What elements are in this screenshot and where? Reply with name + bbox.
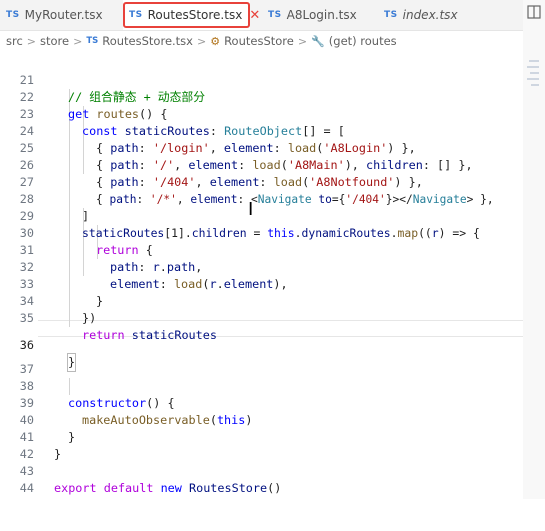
mouse-cursor-ibeam: I [248, 199, 254, 220]
typescript-file-icon: TS [129, 10, 143, 20]
code-line: 30 return { [0, 208, 523, 257]
code-line: 23 const staticRoutes: RouteObject[] = [ [0, 89, 523, 138]
tab-label: index.tsx [402, 8, 458, 22]
minimap-line [529, 60, 539, 62]
code-line: 42 [0, 429, 523, 461]
code-line: 26 { path: '/404', element: load('A8Notf… [0, 140, 523, 189]
code-line: 24 { path: '/login', element: load('A8Lo… [0, 106, 523, 155]
typescript-file-icon: TS [86, 36, 99, 46]
tab-label: RoutesStore.tsx [147, 8, 243, 22]
breadcrumb-item-class[interactable]: RoutesStore [224, 34, 294, 48]
tab-myrouter[interactable]: TS MyRouter.tsx [0, 0, 120, 30]
code-line: 28 ] [0, 174, 523, 223]
code-line: 39 makeAutoObservable(this) [0, 378, 523, 427]
breadcrumb-item-src[interactable]: src [6, 34, 23, 48]
code-line: 43 export default new RoutesStore() [0, 446, 523, 495]
code-line: 35 return staticRoutes [0, 293, 523, 342]
code-line: 37 [0, 344, 523, 376]
line-number: 44 [19, 481, 34, 495]
code-line: 33 } [0, 259, 523, 308]
tab-index[interactable]: TS index.tsx [378, 0, 498, 30]
class-icon: ⚙ [210, 34, 221, 48]
code-editor[interactable]: 21 // 组合静态 + 动态部分 22 get routes() { 23 c… [0, 55, 523, 499]
wrench-icon: 🔧 [311, 34, 325, 48]
code-line: 25 { path: '/', element: load('A8Main'),… [0, 123, 523, 172]
minimap-line [531, 84, 539, 86]
editor-tab-bar: TS MyRouter.tsx TS RoutesStore.tsx ✕ TS … [0, 0, 545, 31]
breadcrumb: src > store > TS RoutesStore.tsx > ⚙ Rou… [0, 31, 526, 51]
code-line-current: 36 } [0, 320, 523, 372]
code-line: 22 get routes() { [0, 72, 523, 121]
tab-routesstore[interactable]: TS RoutesStore.tsx ✕ [123, 0, 260, 30]
code-text: export default new RoutesStore() [54, 481, 282, 495]
minimap-line [530, 72, 539, 74]
minimap[interactable] [523, 0, 545, 499]
breadcrumb-item-file[interactable]: RoutesStore.tsx [102, 34, 193, 48]
code-line: 21 // 组合静态 + 动态部分 [0, 55, 523, 104]
code-line: 34 }) [0, 276, 523, 325]
typescript-file-icon: TS [384, 10, 398, 20]
tab-label: A8Login.tsx [286, 8, 357, 22]
split-editor-icon[interactable] [527, 5, 541, 19]
typescript-file-icon: TS [6, 10, 20, 20]
breadcrumb-item-getter[interactable]: (get) routes [329, 34, 397, 48]
typescript-file-icon: TS [268, 10, 282, 20]
close-icon[interactable]: ✕ [249, 8, 260, 23]
breadcrumb-separator: > [73, 34, 83, 48]
code-line: 32 element: load(r.element), [0, 242, 523, 291]
minimap-line [527, 78, 539, 80]
code-line: 29 staticRoutes[1].children = this.dynam… [0, 191, 523, 240]
breadcrumb-separator: > [297, 34, 308, 48]
code-line: 41 } [0, 412, 523, 461]
breadcrumb-separator: > [26, 34, 37, 48]
code-line: 31 path: r.path, [0, 225, 523, 274]
code-line: 38 constructor() { [0, 361, 523, 410]
breadcrumb-separator: > [196, 34, 207, 48]
code-line: 40 } [0, 395, 523, 444]
minimap-line [527, 66, 539, 68]
code-line: 27 { path: '/*', element: <Navigate to={… [0, 157, 523, 206]
tab-label: MyRouter.tsx [24, 8, 103, 22]
tab-a8login[interactable]: TS A8Login.tsx [262, 0, 377, 30]
breadcrumb-item-store[interactable]: store [40, 34, 69, 48]
code-line: 44 [0, 463, 523, 495]
